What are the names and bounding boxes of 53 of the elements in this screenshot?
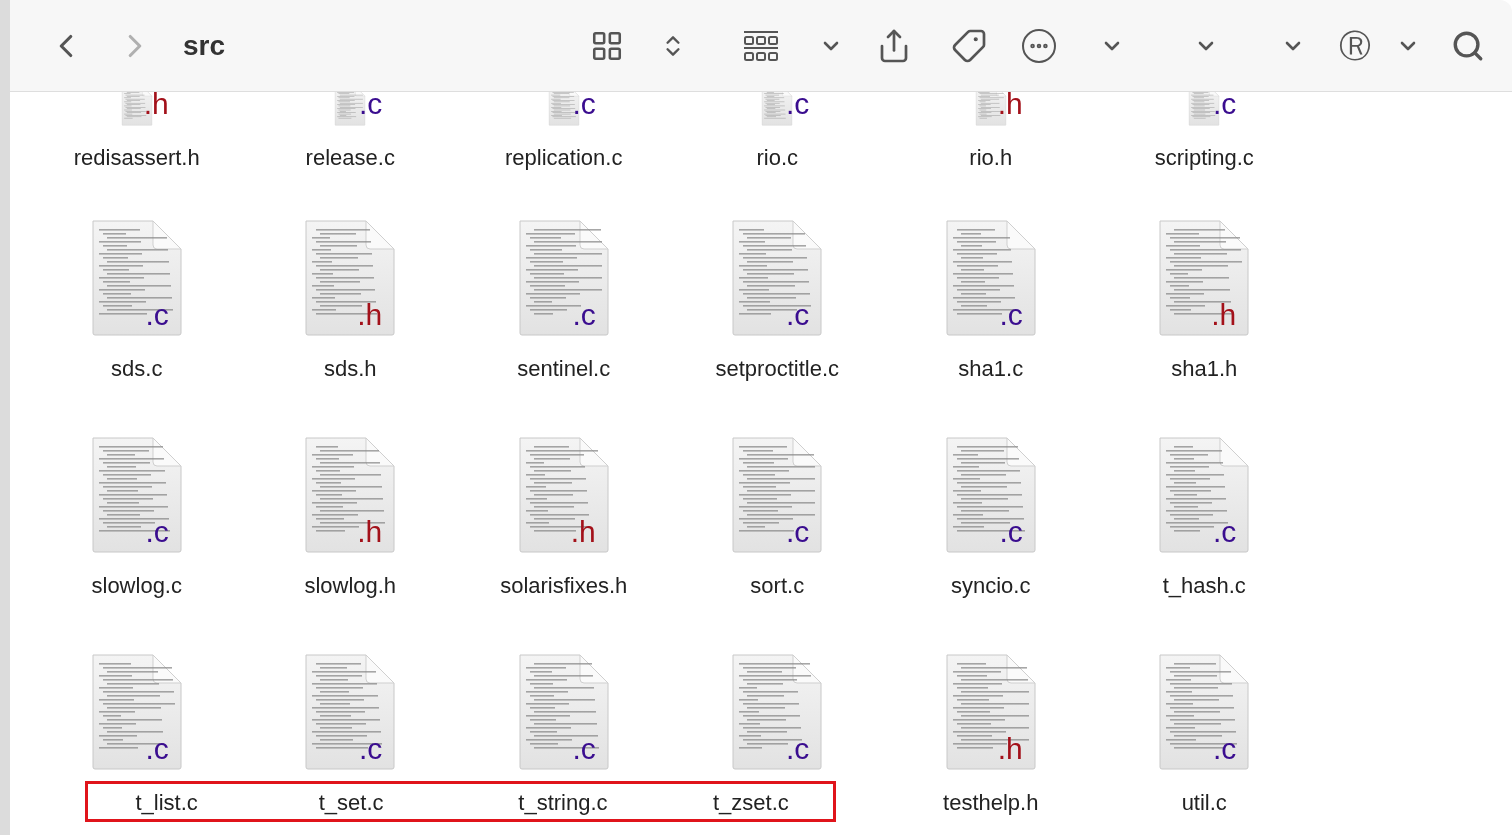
file-name[interactable]: sentinel.c [517, 355, 611, 383]
file-name[interactable]: slowlog.c [91, 572, 182, 600]
file-type-label: .h [997, 92, 1023, 120]
file-name[interactable]: t_zset.c [713, 789, 789, 817]
file-name[interactable]: sds.c [111, 355, 163, 383]
file-type-label: .c [358, 733, 383, 765]
file-type-label: .c [572, 733, 596, 765]
file-type-label: .h [1211, 299, 1237, 331]
file-type-label: .c [572, 299, 596, 331]
group-view-icon[interactable] [742, 29, 779, 62]
file-type-label: .h [357, 299, 383, 331]
file-type-label: .c [145, 516, 169, 548]
file-name[interactable]: setproctitle.c [715, 355, 839, 383]
file-type-label: .c [1212, 733, 1237, 765]
file-type-label: .h [143, 92, 169, 120]
file-name[interactable]: redisassert.h [73, 144, 200, 172]
file-type-label: .c [1212, 516, 1237, 548]
file-name[interactable]: slowlog.h [304, 572, 397, 600]
file-name[interactable]: util.c [1181, 789, 1227, 822]
file-type-label: .h [997, 733, 1023, 765]
file-name[interactable]: sort.c [750, 572, 805, 600]
file-name[interactable]: sds.h [323, 355, 377, 383]
file-type-label: .h [570, 516, 596, 548]
file-type-label: .c [785, 733, 810, 765]
file-name[interactable]: solarisfixes.h [500, 572, 628, 600]
file-type-label: .h [357, 516, 383, 548]
file-name[interactable]: t_string.c [518, 789, 608, 817]
window-title: src [183, 28, 227, 63]
file-name[interactable]: release.c [305, 144, 395, 172]
file-type-label: .c [999, 516, 1023, 548]
file-type-label: .c [358, 92, 383, 120]
tag-icon[interactable] [950, 27, 987, 64]
file-name[interactable]: rio.h [969, 144, 1013, 172]
file-type-label: .c [785, 299, 810, 331]
file-name[interactable]: scripting.c [1154, 144, 1254, 172]
file-name[interactable]: t_list.c [135, 789, 198, 817]
file-type-label: .c [999, 299, 1023, 331]
file-name[interactable]: testhelp.h [943, 789, 1039, 822]
registered-button[interactable]: Ⓡ [1339, 29, 1372, 62]
more-icon[interactable] [1021, 28, 1056, 63]
file-type-label: .c [785, 92, 810, 120]
file-type-label: .c [145, 299, 169, 331]
file-name[interactable]: t_set.c [318, 789, 384, 817]
file-name[interactable]: t_hash.c [1162, 572, 1246, 600]
file-name[interactable]: replication.c [505, 144, 623, 172]
file-type-label: .c [145, 733, 169, 765]
file-type-label: .c [1212, 92, 1237, 120]
file-type-label: .c [785, 516, 810, 548]
file-name[interactable]: sha1.c [958, 355, 1024, 383]
file-name[interactable]: sha1.h [1171, 355, 1238, 383]
file-name[interactable]: syncio.c [951, 572, 1031, 600]
file-type-label: .c [572, 92, 596, 120]
file-name[interactable]: rio.c [756, 144, 799, 172]
